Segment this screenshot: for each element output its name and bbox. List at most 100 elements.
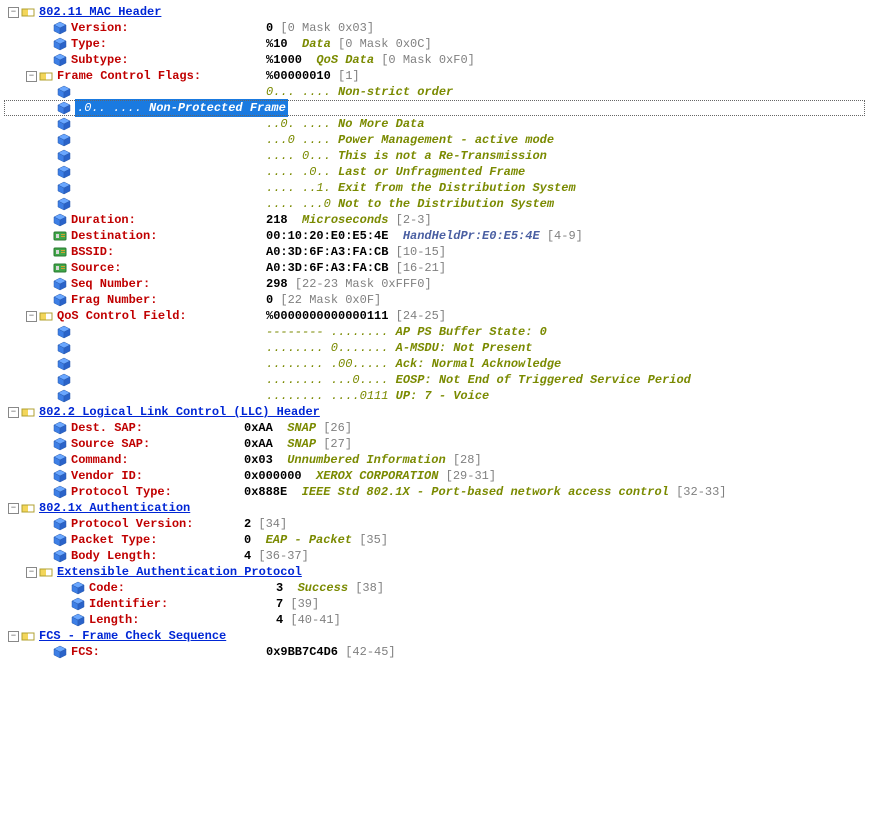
tree-row[interactable]: − 802.11 MAC Header (4, 4, 865, 20)
collapse-toggle[interactable]: − (26, 311, 37, 322)
tree-row[interactable]: − FCS - Frame Check Sequence (4, 628, 865, 644)
section-header[interactable]: 802.11 MAC Header (39, 4, 161, 20)
tree-row[interactable]: Body Length:4 [36-37] (4, 548, 865, 564)
tree-row[interactable]: − 802.2 Logical Link Control (LLC) Header (4, 404, 865, 420)
field-label: Seq Number: (71, 276, 150, 292)
tree-row[interactable]: Duration:218 Microseconds [2-3] (4, 212, 865, 228)
tree-row[interactable]: −QoS Control Field:%0000000000000111 [24… (4, 308, 865, 324)
tree-row[interactable]: ........ ...0.... EOSP: Not End of Trigg… (4, 372, 865, 388)
field-icon (53, 469, 67, 483)
section-header[interactable]: FCS - Frame Check Sequence (39, 628, 226, 644)
collapse-toggle[interactable]: − (8, 407, 19, 418)
field-icon (71, 581, 85, 595)
field-label: Type: (71, 36, 107, 52)
field-label: Protocol Type: (71, 484, 172, 500)
tree-row[interactable]: Length:4 [40-41] (4, 612, 865, 628)
tree-row[interactable]: ........ .00..... Ack: Normal Acknowledg… (4, 356, 865, 372)
collapse-toggle[interactable]: − (8, 631, 19, 642)
field-label: QoS Control Field: (57, 308, 187, 324)
field-label: Source: (71, 260, 121, 276)
field-label: Command: (71, 452, 129, 468)
tree-row[interactable]: Protocol Version:2 [34] (4, 516, 865, 532)
tree-row[interactable]: FCS:0x9BB7C4D6 [42-45] (4, 644, 865, 660)
field-icon (53, 421, 67, 435)
field-label: Dest. SAP: (71, 420, 143, 436)
tree-row[interactable]: Protocol Type:0x888E IEEE Std 802.1X - P… (4, 484, 865, 500)
field-label: Protocol Version: (71, 516, 193, 532)
tree-row[interactable]: Packet Type:0 EAP - Packet [35] (4, 532, 865, 548)
protocol-icon (21, 629, 35, 643)
field-icon (57, 181, 71, 195)
section-header[interactable]: Extensible Authentication Protocol (57, 564, 302, 580)
field-icon (53, 645, 67, 659)
field-icon (57, 197, 71, 211)
field-icon (57, 149, 71, 163)
tree-row[interactable]: Version:0 [0 Mask 0x03] (4, 20, 865, 36)
field-icon (57, 357, 71, 371)
tree-row[interactable]: Identifier:7 [39] (4, 596, 865, 612)
collapse-toggle[interactable]: − (8, 7, 19, 18)
tree-row[interactable]: ........ ....0111 UP: 7 - Voice (4, 388, 865, 404)
tree-row[interactable]: ..0. .... No More Data (4, 116, 865, 132)
field-label: Vendor ID: (71, 468, 143, 484)
field-icon (53, 437, 67, 451)
field-icon (57, 133, 71, 147)
collapse-toggle[interactable]: − (8, 503, 19, 514)
tree-row[interactable]: ...0 .... Power Management - active mode (4, 132, 865, 148)
field-label: FCS: (71, 644, 100, 660)
tree-row[interactable]: Vendor ID:0x000000 XEROX CORPORATION [29… (4, 468, 865, 484)
tree-row[interactable]: Source SAP:0xAA SNAP [27] (4, 436, 865, 452)
field-label: Frag Number: (71, 292, 157, 308)
section-header[interactable]: 802.1x Authentication (39, 500, 190, 516)
protocol-icon (21, 501, 35, 515)
tree-row[interactable]: .... 0... This is not a Re-Transmission (4, 148, 865, 164)
tree-row[interactable]: .... ..1. Exit from the Distribution Sys… (4, 180, 865, 196)
field-icon (53, 453, 67, 467)
field-icon (57, 341, 71, 355)
field-label: Destination: (71, 228, 157, 244)
collapse-toggle[interactable]: − (26, 567, 37, 578)
tree-row[interactable]: −Frame Control Flags:%00000010 [1] (4, 68, 865, 84)
tree-row[interactable]: Code:3 Success [38] (4, 580, 865, 596)
tree-row[interactable]: Frag Number:0 [22 Mask 0x0F] (4, 292, 865, 308)
field-icon (57, 85, 71, 99)
tree-row[interactable]: Type:%10 Data [0 Mask 0x0C] (4, 36, 865, 52)
tree-row[interactable]: ........ 0....... A-MSDU: Not Present (4, 340, 865, 356)
tree-row[interactable]: Subtype:%1000 QoS Data [0 Mask 0xF0] (4, 52, 865, 68)
tree-row[interactable]: Command:0x03 Unnumbered Information [28] (4, 452, 865, 468)
field-icon (57, 389, 71, 403)
field-icon (71, 613, 85, 627)
field-icon (57, 373, 71, 387)
field-icon (57, 325, 71, 339)
tree-row[interactable]: Seq Number:298 [22-23 Mask 0xFFF0] (4, 276, 865, 292)
field-label: Packet Type: (71, 532, 157, 548)
field-icon (53, 533, 67, 547)
protocol-icon (21, 5, 35, 19)
field-label: BSSID: (71, 244, 114, 260)
collapse-toggle[interactable]: − (26, 71, 37, 82)
field-label: Source SAP: (71, 436, 150, 452)
field-icon (53, 549, 67, 563)
protocol-icon (39, 565, 53, 579)
section-header[interactable]: 802.2 Logical Link Control (LLC) Header (39, 404, 320, 420)
tree-row[interactable]: .... .0.. Last or Unfragmented Frame (4, 164, 865, 180)
field-icon (71, 597, 85, 611)
tree-row[interactable]: Destination:00:10:20:E0:E5:4E HandHeldPr… (4, 228, 865, 244)
tree-row[interactable]: Dest. SAP:0xAA SNAP [26] (4, 420, 865, 436)
tree-row[interactable]: − 802.1x Authentication (4, 500, 865, 516)
tree-row[interactable]: .... ...0 Not to the Distribution System (4, 196, 865, 212)
tree-row[interactable]: 0... .... Non-strict order (4, 84, 865, 100)
tree-row[interactable]: Source:A0:3D:6F:A3:FA:CB [16-21] (4, 260, 865, 276)
nic-icon (53, 229, 67, 243)
field-label: Body Length: (71, 548, 157, 564)
field-icon (53, 293, 67, 307)
nic-icon (53, 245, 67, 259)
tree-row[interactable]: .0.. .... Non-Protected Frame (4, 100, 865, 116)
nic-icon (53, 261, 67, 275)
field-icon (53, 485, 67, 499)
tree-row[interactable]: BSSID:A0:3D:6F:A3:FA:CB [10-15] (4, 244, 865, 260)
field-label: Duration: (71, 212, 136, 228)
tree-row[interactable]: -------- ........ AP PS Buffer State: 0 (4, 324, 865, 340)
tree-row[interactable]: − Extensible Authentication Protocol (4, 564, 865, 580)
field-icon (57, 165, 71, 179)
